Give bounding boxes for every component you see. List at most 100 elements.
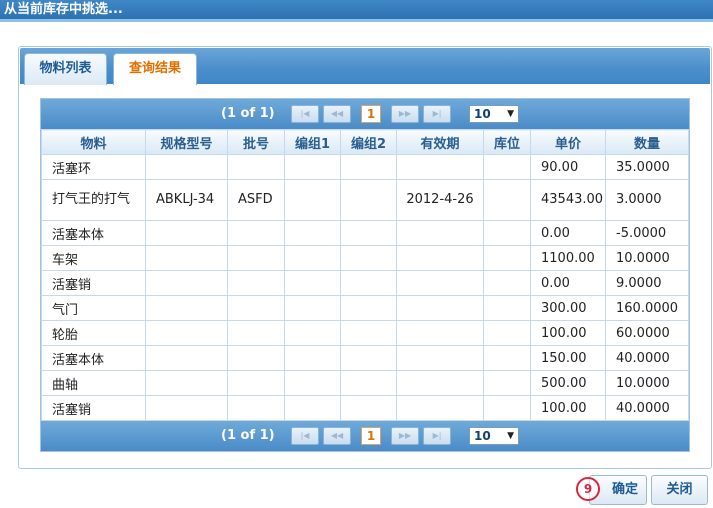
dialog-title: 从当前库存中挑选... — [0, 0, 713, 22]
table-row[interactable]: 活塞销 100.00 40.0000 — [41, 395, 689, 421]
column-header[interactable]: 数量 — [605, 129, 689, 155]
close-button[interactable]: 关闭 — [651, 475, 708, 505]
table-row[interactable]: 活塞销 0.00 9.0000 — [41, 270, 689, 296]
prev-page-button[interactable]: ◀◀ — [323, 427, 351, 445]
first-page-button[interactable]: |◀ — [291, 105, 319, 123]
table-cell — [483, 395, 531, 421]
table-header: 物料 规格型号 批号 编组1 编组2 有效期 库位 单价 数量 — [41, 129, 689, 155]
tab-material-list[interactable]: 物料列表 — [24, 53, 107, 85]
table-cell: 轮胎 — [41, 320, 146, 346]
column-header[interactable]: 编组1 — [284, 129, 341, 155]
table-row[interactable]: 曲轴 500.00 10.0000 — [41, 370, 689, 396]
table-cell — [340, 320, 397, 346]
table-cell — [284, 245, 341, 271]
column-header[interactable]: 库位 — [483, 129, 531, 155]
column-header[interactable]: 规格型号 — [145, 129, 228, 155]
current-page[interactable]: 1 — [361, 105, 381, 123]
table-cell — [340, 370, 397, 396]
table-cell — [340, 179, 397, 221]
table-cell — [396, 295, 484, 321]
table-cell: 500.00 — [530, 370, 606, 396]
table-cell: 40.0000 — [605, 345, 689, 371]
table-cell: 活塞销 — [41, 395, 146, 421]
table-row[interactable]: 轮胎 100.00 60.0000 — [41, 320, 689, 346]
table-cell — [227, 220, 285, 246]
column-header[interactable]: 编组2 — [340, 129, 397, 155]
next-page-button[interactable]: ▶▶ — [391, 427, 419, 445]
table-cell — [284, 345, 341, 371]
prev-page-button[interactable]: ◀◀ — [323, 105, 351, 123]
table-cell — [396, 270, 484, 296]
table-cell — [396, 220, 484, 246]
table-row[interactable]: 活塞本体 150.00 40.0000 — [41, 345, 689, 371]
table-cell: 90.00 — [530, 154, 606, 180]
current-page[interactable]: 1 — [361, 427, 381, 445]
table-cell: ASFD — [227, 179, 285, 221]
table-cell — [340, 220, 397, 246]
table-cell — [396, 395, 484, 421]
table-cell: -5.0000 — [605, 220, 689, 246]
table-cell — [284, 320, 341, 346]
table-cell — [483, 154, 531, 180]
table-cell — [340, 345, 397, 371]
table-cell — [483, 270, 531, 296]
table-cell: 2012-4-26 — [396, 179, 484, 221]
table-cell: 160.0000 — [605, 295, 689, 321]
table-cell: 43543.00 — [530, 179, 606, 221]
column-header[interactable]: 物料 — [41, 129, 146, 155]
pager-top: (1 of 1) |◀ ◀◀ 1 ▶▶ ▶| 10 ▼ — [41, 99, 689, 129]
table-cell — [396, 245, 484, 271]
table-cell — [227, 370, 285, 396]
table-cell: 9.0000 — [605, 270, 689, 296]
table-cell — [145, 345, 228, 371]
step-number-badge: 9 — [576, 477, 600, 501]
table-cell — [483, 345, 531, 371]
page-size-select[interactable]: 10 ▼ — [469, 427, 519, 445]
column-header[interactable]: 单价 — [530, 129, 606, 155]
table-cell — [284, 179, 341, 221]
table-cell: 40.0000 — [605, 395, 689, 421]
table-cell — [145, 220, 228, 246]
last-page-button[interactable]: ▶| — [423, 427, 451, 445]
table-cell: 活塞本体 — [41, 220, 146, 246]
table-row[interactable]: 活塞本体 0.00 -5.0000 — [41, 220, 689, 246]
table-cell — [396, 370, 484, 396]
table-cell — [340, 295, 397, 321]
table-cell — [284, 220, 341, 246]
column-header[interactable]: 批号 — [227, 129, 285, 155]
results-grid: (1 of 1) |◀ ◀◀ 1 ▶▶ ▶| 10 ▼ 物料 规格型号 批号 编组1 编组… — [40, 98, 690, 452]
table-row[interactable]: 活塞环 90.00 35.0000 — [41, 154, 689, 180]
table-cell — [145, 295, 228, 321]
table-cell: 曲轴 — [41, 370, 146, 396]
table-cell: 150.00 — [530, 345, 606, 371]
table-cell — [227, 245, 285, 271]
page-size-select[interactable]: 10 ▼ — [469, 105, 519, 123]
last-page-button[interactable]: ▶| — [423, 105, 451, 123]
table-cell: 100.00 — [530, 395, 606, 421]
table-cell — [284, 370, 341, 396]
first-page-button[interactable]: |◀ — [291, 427, 319, 445]
tab-query-results[interactable]: 查询结果 — [113, 53, 197, 85]
table-cell: 1100.00 — [530, 245, 606, 271]
table-cell: 气门 — [41, 295, 146, 321]
table-cell — [145, 320, 228, 346]
table-cell: 活塞本体 — [41, 345, 146, 371]
column-header[interactable]: 有效期 — [396, 129, 484, 155]
pager-info: (1 of 1) — [221, 106, 275, 121]
next-page-button[interactable]: ▶▶ — [391, 105, 419, 123]
table-cell — [227, 395, 285, 421]
table-cell: 100.00 — [530, 320, 606, 346]
table-row[interactable]: 车架 1100.00 10.0000 — [41, 245, 689, 271]
table-row[interactable]: 打气王的打气 ABKLJ-34 ASFD 2012-4-26 43543.00 3.000… — [41, 179, 689, 221]
table-cell — [340, 245, 397, 271]
table-row[interactable]: 气门 300.00 160.0000 — [41, 295, 689, 321]
table-cell: 300.00 — [530, 295, 606, 321]
table-cell: ABKLJ-34 — [145, 179, 228, 221]
table-cell: 60.0000 — [605, 320, 689, 346]
table-cell — [284, 295, 341, 321]
table-cell — [483, 179, 531, 221]
table-cell — [145, 245, 228, 271]
page-size-value: 10 — [474, 107, 491, 121]
table-cell — [227, 345, 285, 371]
table-cell: 活塞环 — [41, 154, 146, 180]
